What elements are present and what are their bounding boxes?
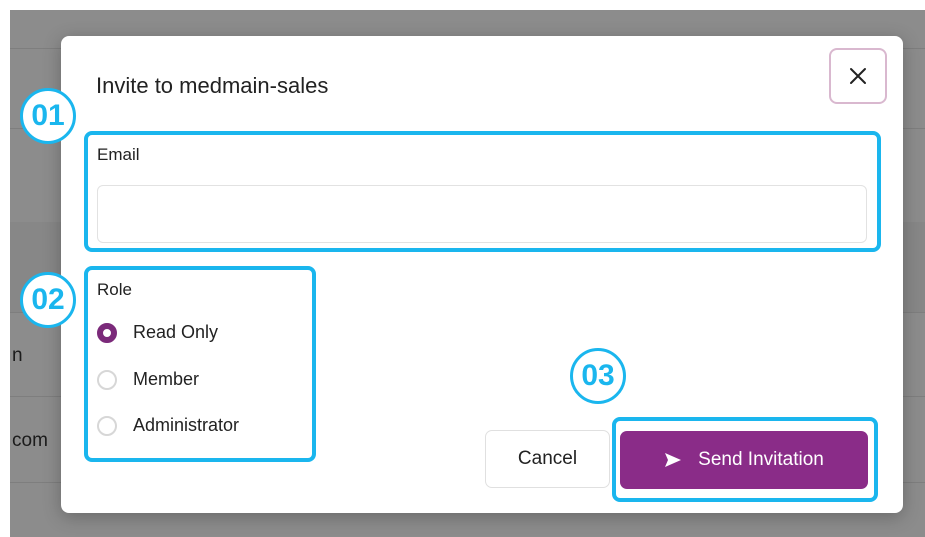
callout-number-badge: 03 [570, 348, 626, 404]
send-invitation-button[interactable]: Send Invitation [620, 431, 868, 489]
role-option-label: Administrator [133, 415, 240, 435]
close-button[interactable] [829, 48, 887, 104]
role-label: Role [97, 280, 132, 299]
role-option-administrator[interactable]: Administrator [97, 415, 239, 436]
callout-number-badge: 01 [20, 88, 76, 144]
dialog-title: Invite to medmain-sales [96, 73, 329, 98]
page-edge [0, 0, 10, 537]
role-option-label: Read Only [133, 322, 219, 342]
send-arrow-icon [664, 452, 682, 468]
role-option-label: Member [133, 369, 200, 389]
email-label: Email [97, 145, 140, 164]
radio-unchecked-icon[interactable] [97, 369, 117, 390]
role-option-member[interactable]: Member [97, 369, 199, 390]
role-option-read-only[interactable]: Read Only [97, 322, 218, 343]
invite-dialog: Invite to medmain-sales Email Role Read … [61, 36, 903, 513]
radio-unchecked-icon[interactable] [97, 415, 117, 436]
page-edge [0, 0, 925, 10]
cancel-button[interactable]: Cancel [485, 430, 610, 488]
send-button-label: Send Invitation [698, 449, 824, 470]
callout-number-badge: 02 [20, 272, 76, 328]
email-field[interactable] [97, 185, 867, 243]
close-icon [848, 66, 868, 86]
radio-checked-icon[interactable] [97, 322, 117, 343]
